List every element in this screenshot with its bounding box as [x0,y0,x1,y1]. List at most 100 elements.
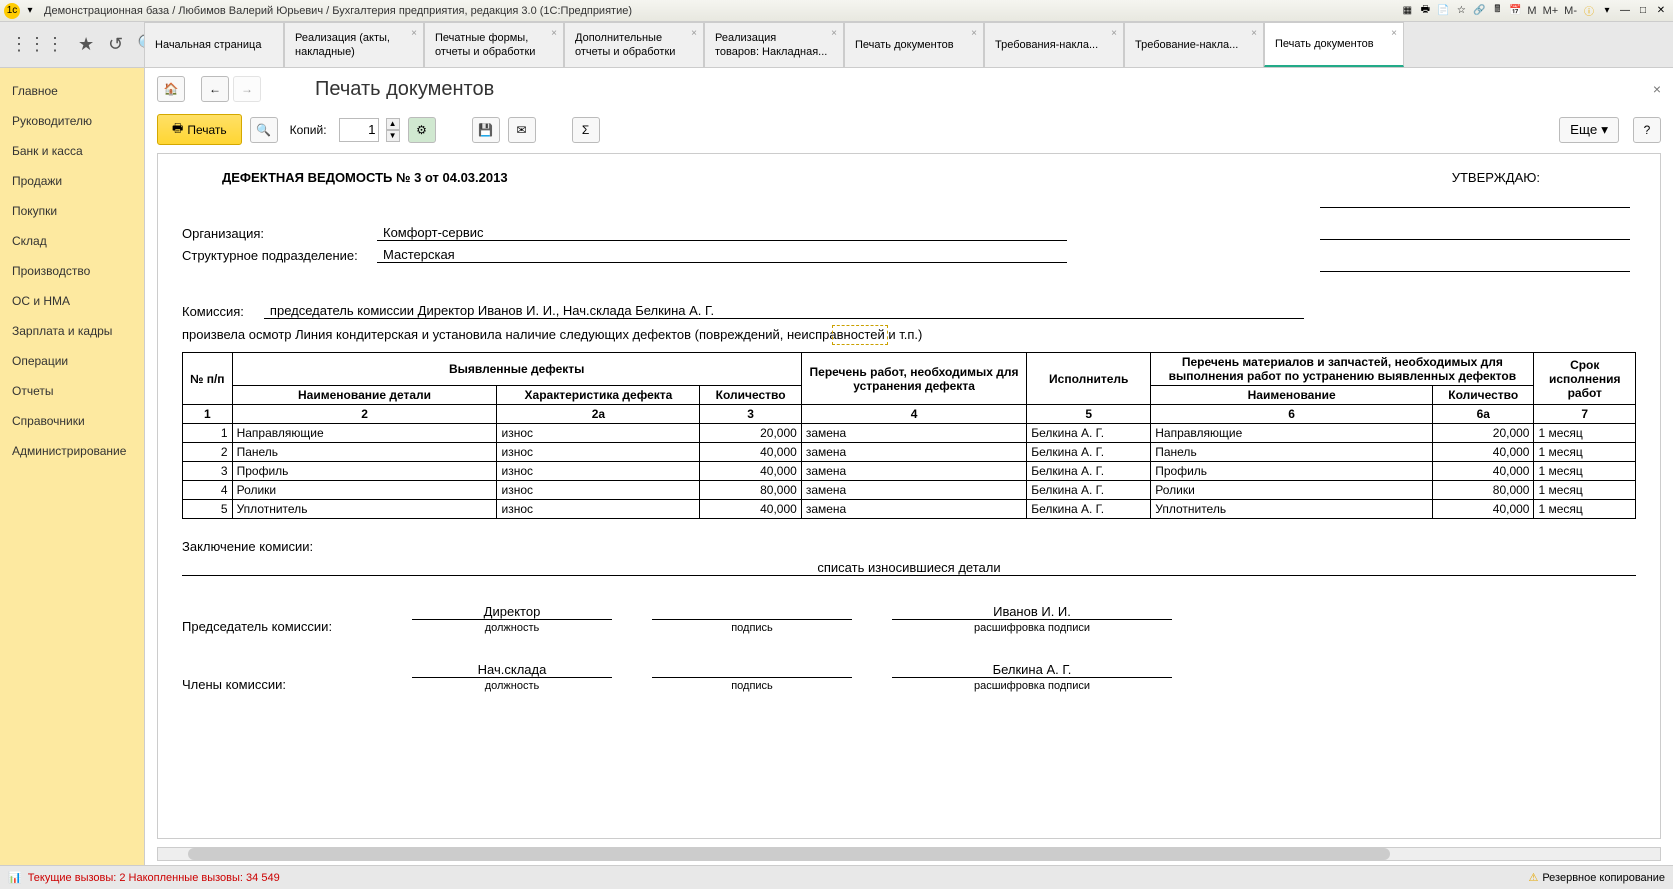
dropdown-icon[interactable]: ▾ [22,3,38,19]
favorite-icon[interactable]: ★ [78,34,94,55]
tab-print-docs[interactable]: ×Печать документов [844,22,984,67]
back-button[interactable]: ← [201,76,229,102]
doc-title: ДЕФЕКТНАЯ ВЕДОМОСТЬ № 3 от 04.03.2013 [222,170,1636,185]
tab-print-docs-active[interactable]: ×Печать документов [1264,22,1404,67]
tab-req1[interactable]: ×Требования-накла... [984,22,1124,67]
history-icon[interactable]: ↺ [108,34,123,55]
link-icon[interactable]: 🔗 [1471,3,1487,19]
table-row: 1Направляющиеизнос20,000заменаБелкина А.… [183,424,1636,443]
copies-input[interactable] [339,118,379,142]
star-icon[interactable]: ☆ [1453,3,1469,19]
tab-additional[interactable]: ×Дополнительныеотчеты и обработки [564,22,704,67]
sidebar-item-main[interactable]: Главное [0,76,144,106]
tab-goods[interactable]: ×Реализациятоваров: Накладная... [704,22,844,67]
print-button[interactable]: 🖶Печать [157,114,242,145]
mem-mplus[interactable]: M+ [1541,5,1561,17]
th-materials: Перечень материалов и запчастей, необход… [1151,353,1534,386]
member-sign [652,662,852,678]
sidebar-item-warehouse[interactable]: Склад [0,226,144,256]
th-deadline: Срок исполнения работ [1534,353,1636,405]
th-num: № п/п [183,353,233,405]
document-area[interactable]: ДЕФЕКТНАЯ ВЕДОМОСТЬ № 3 от 04.03.2013 УТ… [157,153,1661,839]
approve-label: УТВЕРЖДАЮ: [1452,170,1540,185]
chairman-pos: Директор [412,604,612,620]
spin-up[interactable]: ▲ [386,118,400,130]
grid-icon[interactable]: ⋮⋮⋮ [10,34,64,55]
info-icon[interactable]: ⓘ [1581,3,1597,19]
perf-text: Текущие вызовы: 2 Накопленные вызовы: 34… [28,872,280,884]
tab-close-icon[interactable]: × [1391,27,1397,40]
cal-icon[interactable]: 📅 [1507,3,1523,19]
window-title: Демонстрационная база / Любимов Валерий … [44,5,632,17]
sidebar-item-manager[interactable]: Руководителю [0,106,144,136]
tab-close-icon[interactable]: × [1251,27,1257,40]
sidebar-item-reports[interactable]: Отчеты [0,376,144,406]
backup-text[interactable]: Резервное копирование [1542,872,1665,884]
conclusion-value: списать износившиеся детали [182,560,1636,576]
conclusion-label: Заключение комисии: [182,539,1636,554]
th-detail: Наименование детали [232,386,497,405]
th-char: Характеристика дефекта [497,386,700,405]
tab-realization[interactable]: ×Реализация (акты,накладные) [284,22,424,67]
tab-req2[interactable]: ×Требование-накла... [1124,22,1264,67]
commission-value: председатель комиссии Директор Иванов И.… [264,303,1304,319]
tab-forms[interactable]: ×Печатные формы,отчеты и обработки [424,22,564,67]
help-button[interactable]: ? [1633,117,1661,143]
maximize-icon[interactable]: □ [1635,3,1651,19]
tab-close-icon[interactable]: × [551,27,557,40]
table-row: 2Панельизнос40,000заменаБелкина А. Г.Пан… [183,443,1636,462]
dept-label: Структурное подразделение: [182,248,377,263]
tab-close-icon[interactable]: × [971,27,977,40]
chairman-label: Председатель комиссии: [182,619,372,634]
chevron-down-icon: ▾ [1601,122,1608,138]
sidebar-item-ops[interactable]: Операции [0,346,144,376]
preview-button[interactable]: 🔍 [250,117,278,143]
tab-close-icon[interactable]: × [831,27,837,40]
more-button[interactable]: Еще▾ [1559,117,1619,143]
minimize-icon[interactable]: — [1617,3,1633,19]
dropdown2-icon[interactable]: ▾ [1599,3,1615,19]
sidebar-item-admin[interactable]: Администрирование [0,436,144,466]
forward-button[interactable]: → [233,76,261,102]
chairman-sign [652,604,852,620]
tab-start[interactable]: Начальная страница [144,22,284,67]
close-page-icon[interactable]: × [1653,81,1661,97]
mem-m[interactable]: M [1525,5,1538,17]
mem-mminus[interactable]: M- [1562,5,1579,17]
home-button[interactable]: 🏠 [157,76,185,102]
sidebar-item-purchase[interactable]: Покупки [0,196,144,226]
doc-icon[interactable]: 📄 [1435,3,1451,19]
members-label: Члены комиссии: [182,677,372,692]
sidebar-item-assets[interactable]: ОС и НМА [0,286,144,316]
selection-cursor [832,325,888,345]
sidebar-item-salary[interactable]: Зарплата и кадры [0,316,144,346]
tab-close-icon[interactable]: × [1111,27,1117,40]
tab-close-icon[interactable]: × [691,27,697,40]
sidebar-item-production[interactable]: Производство [0,256,144,286]
org-label: Организация: [182,226,377,241]
th-matname: Наименование [1151,386,1433,405]
table-row: 5Уплотнительизнос40,000заменаБелкина А. … [183,500,1636,519]
table-row: 4Роликиизнос80,000заменаБелкина А. Г.Рол… [183,481,1636,500]
nav-icon[interactable]: ▦ [1399,3,1415,19]
calc-icon[interactable]: 🖩 [1489,3,1505,19]
perf-icon: 📊 [8,871,22,884]
sidebar-item-bank[interactable]: Банк и касса [0,136,144,166]
close-icon[interactable]: ✕ [1653,3,1669,19]
sidebar-item-sales[interactable]: Продажи [0,166,144,196]
print-icon[interactable]: 🖶 [1417,3,1433,19]
member-pos: Нач.склада [412,662,612,678]
sum-button[interactable]: Σ [572,117,600,143]
horizontal-scrollbar[interactable] [157,847,1661,861]
th-qty: Количество [700,386,801,405]
sidebar-item-refs[interactable]: Справочники [0,406,144,436]
spin-down[interactable]: ▼ [386,130,400,142]
mail-button[interactable]: ✉ [508,117,536,143]
settings-button[interactable]: ⚙ [408,117,436,143]
th-works: Перечень работ, необходимых для устранен… [801,353,1026,405]
commission-label: Комиссия: [182,304,244,319]
inspect-text: произвела осмотр Линия кондитерская и ус… [182,327,1636,342]
th-defects: Выявленные дефекты [232,353,801,386]
save-button[interactable]: 💾 [472,117,500,143]
tab-close-icon[interactable]: × [411,27,417,40]
